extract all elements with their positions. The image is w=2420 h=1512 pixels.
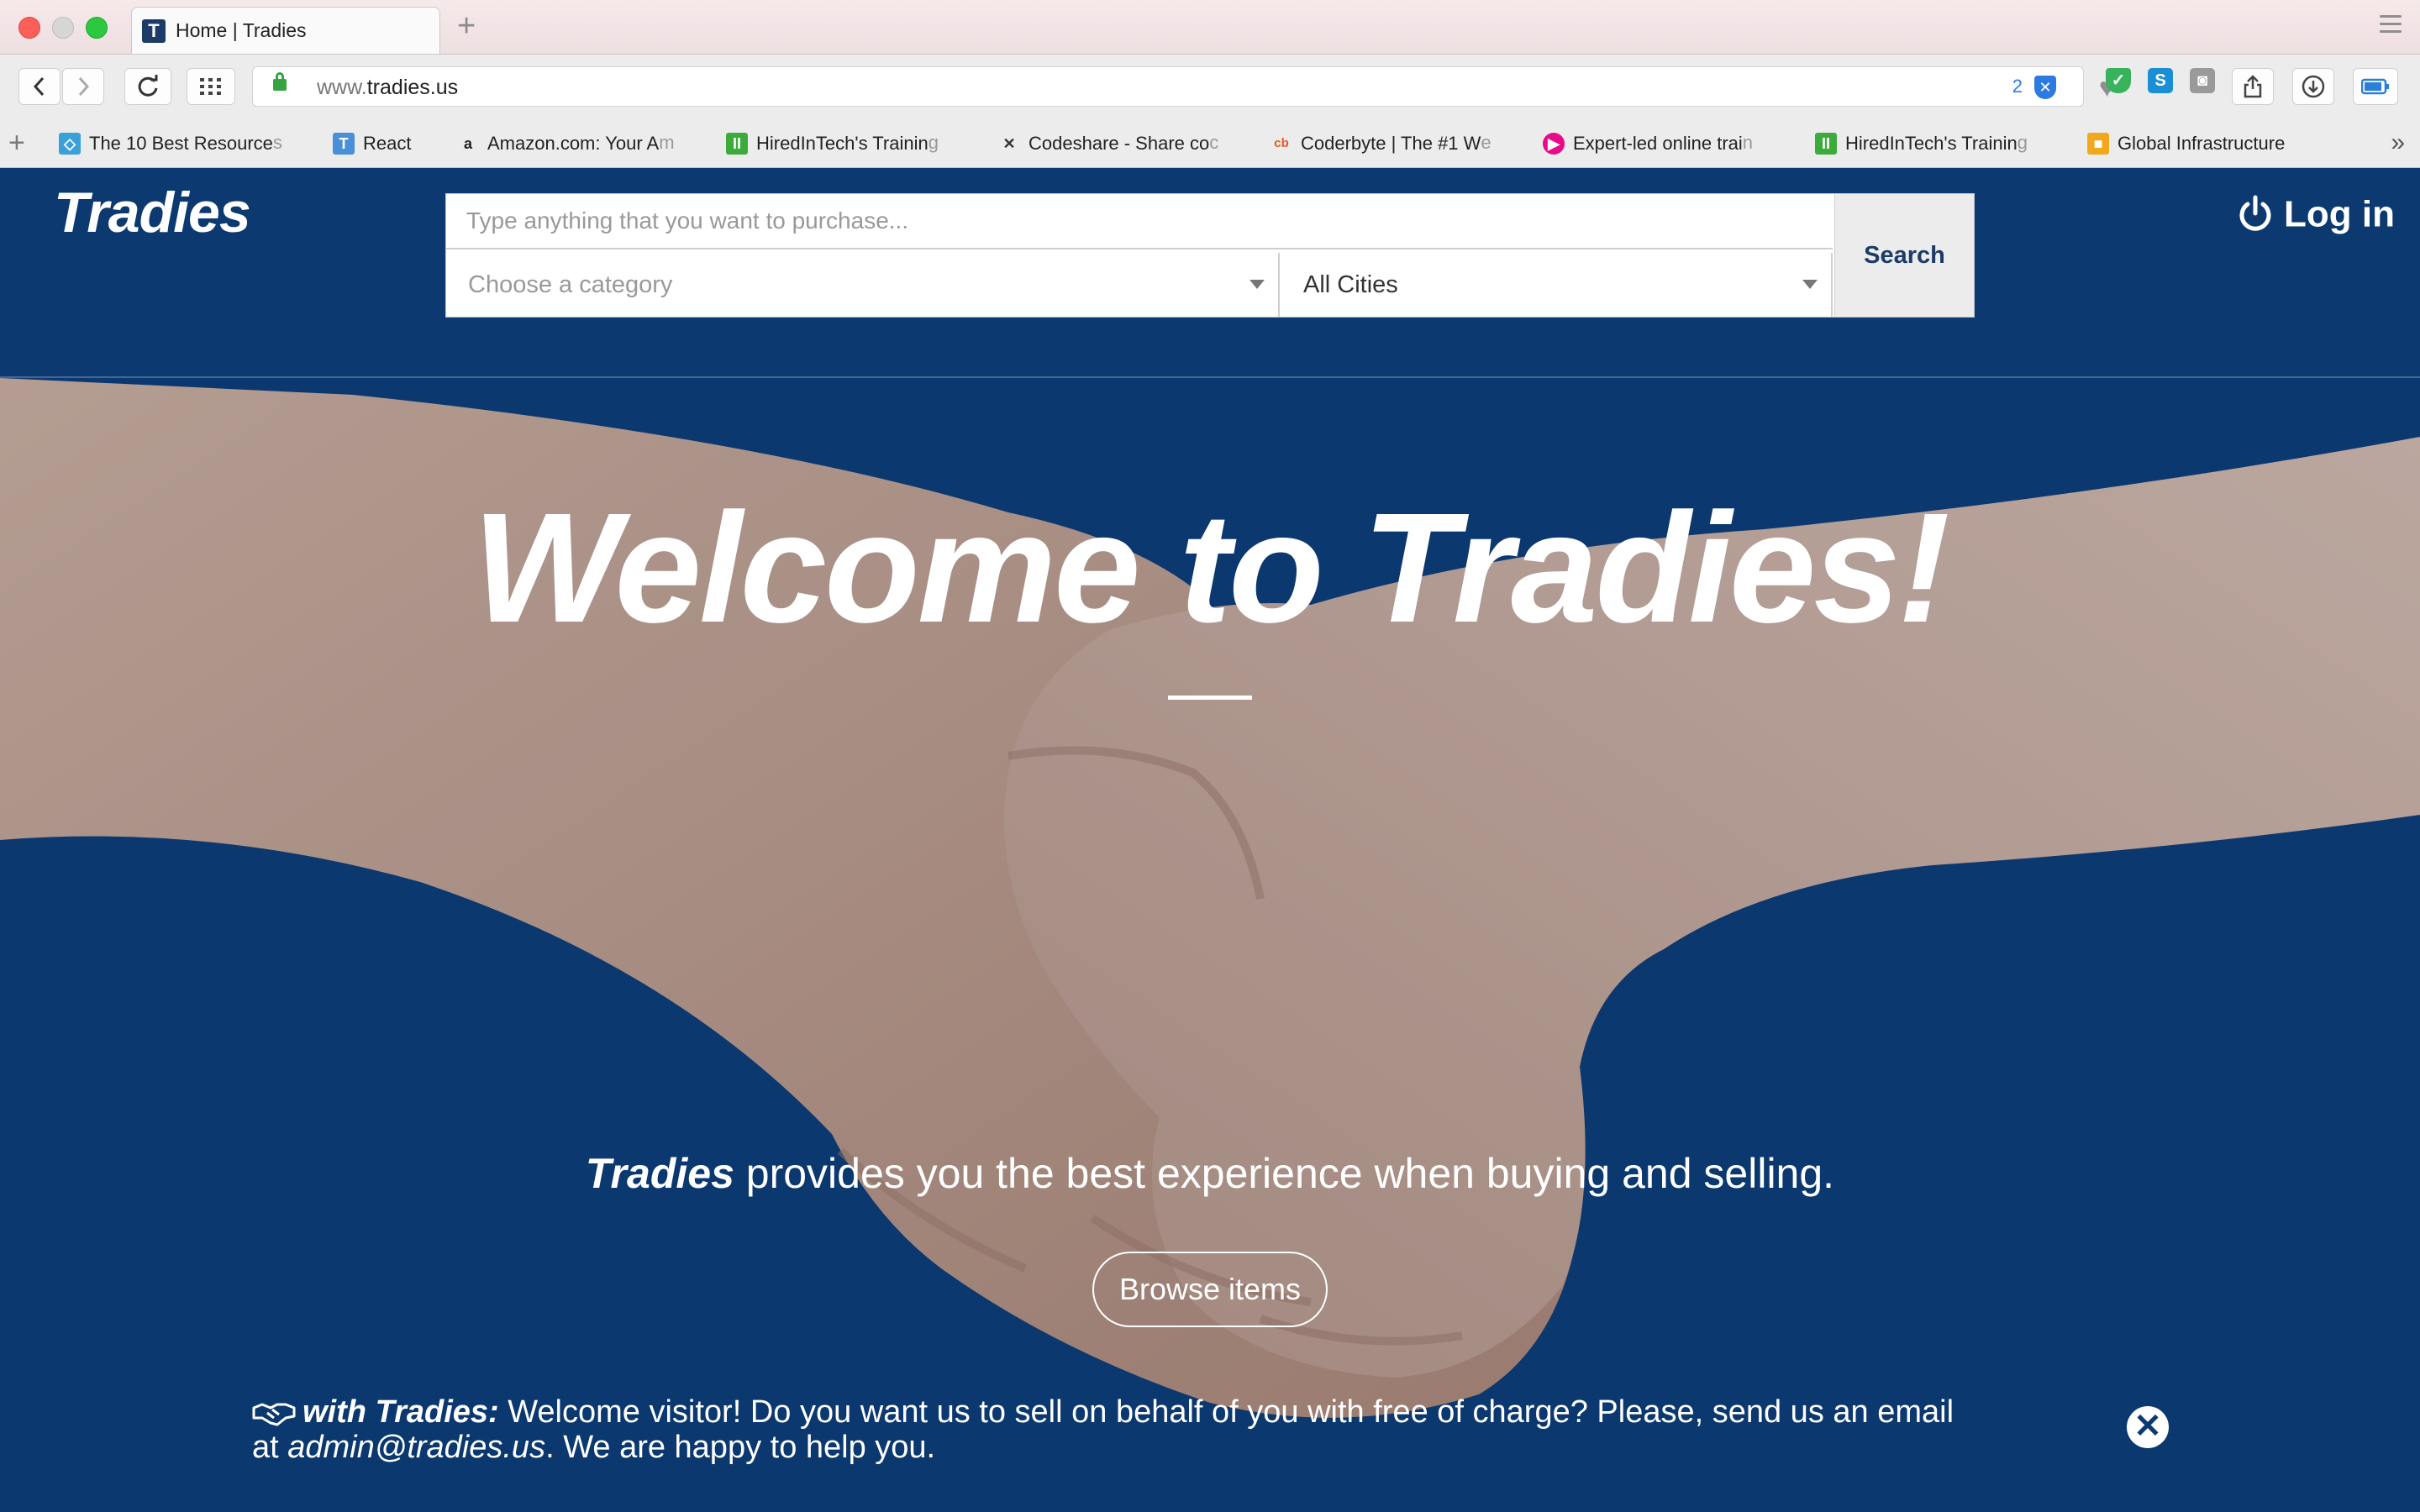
tradies-page: Tradies Choose a category All Cities Sea… bbox=[0, 168, 2420, 1512]
close-window-button[interactable] bbox=[18, 17, 40, 39]
camera-extension-icon[interactable]: ◙ bbox=[2190, 68, 2215, 93]
share-icon bbox=[2244, 75, 2262, 98]
hiredintech-icon: II bbox=[1815, 133, 1837, 155]
header-divider bbox=[0, 376, 2420, 378]
bookmark-item[interactable]: II HiredInTech's Training bbox=[726, 132, 970, 157]
search-button[interactable]: Search bbox=[1834, 194, 1974, 317]
reload-button[interactable] bbox=[124, 68, 171, 105]
bookmark-item[interactable]: cb Coderbyte | The #1 We bbox=[1270, 132, 1514, 157]
dropdown-arrow-icon bbox=[1249, 280, 1265, 289]
grid-icon bbox=[200, 78, 221, 95]
category-select-value: Choose a category bbox=[468, 271, 673, 298]
codeshare-icon: ✕ bbox=[1002, 135, 1016, 153]
green-shield-extension-icon[interactable]: ✓ bbox=[2106, 68, 2131, 93]
hiredintech-icon: II bbox=[726, 133, 748, 155]
shield-extension-icon[interactable]: ✕ bbox=[2034, 76, 2056, 99]
battery-icon bbox=[2360, 78, 2389, 95]
apps-grid-button[interactable] bbox=[187, 68, 235, 105]
search-input[interactable] bbox=[446, 194, 1833, 249]
download-icon bbox=[2302, 75, 2325, 98]
hero-title: Welcome to Tradies! bbox=[472, 481, 1949, 655]
bookmark-item[interactable]: II HiredInTech's Training bbox=[1815, 132, 2059, 157]
power-icon bbox=[2239, 195, 2271, 232]
add-bookmark-plus-icon[interactable]: + bbox=[8, 127, 25, 160]
new-tab-plus-icon[interactable]: + bbox=[457, 8, 476, 45]
hero-divider bbox=[1168, 696, 1252, 700]
browse-items-button[interactable]: Browse items bbox=[1092, 1252, 1328, 1327]
more-bookmarks-chevron-icon[interactable]: » bbox=[2391, 129, 2405, 157]
battery-extension-button[interactable] bbox=[2353, 68, 2398, 105]
lock-icon bbox=[273, 72, 287, 91]
bookmark-item[interactable]: ✕ Codeshare - Share coc bbox=[998, 132, 1242, 157]
login-label: Log in bbox=[2284, 193, 2395, 235]
tagline-brand: Tradies bbox=[585, 1150, 734, 1197]
tradies-logo[interactable]: Tradies bbox=[54, 180, 251, 245]
back-button[interactable] bbox=[18, 68, 60, 105]
tradies-favicon-icon: T bbox=[142, 19, 166, 43]
category-select[interactable]: Choose a category bbox=[446, 253, 1280, 317]
forward-button[interactable] bbox=[62, 68, 104, 105]
extension-badge-count: 2 bbox=[2012, 76, 2023, 97]
bookmark-item[interactable]: ■ Global Infrastructure bbox=[2087, 132, 2331, 157]
bookmarks-bar: + ◇ The 10 Best Resources T React a Amazon.… bbox=[0, 120, 2420, 168]
bookmark-item[interactable]: ▶ Expert-led online train bbox=[1543, 132, 1786, 157]
tab-overview-icon[interactable] bbox=[2380, 15, 2402, 35]
notice-lead: with Tradies: bbox=[302, 1394, 499, 1430]
amazon-icon: a bbox=[463, 135, 472, 153]
reload-icon bbox=[138, 75, 158, 97]
bookmark-item[interactable]: T React bbox=[333, 132, 442, 157]
visitor-notice: with Tradies: Welcome visitor! Do you wa… bbox=[252, 1394, 1966, 1465]
hero-tagline: Tradies provides you the best experience… bbox=[0, 1149, 2420, 1198]
minimize-window-button[interactable] bbox=[52, 17, 74, 39]
chevron-left-icon bbox=[33, 76, 45, 97]
browser-toolbar: www.tradies.us 2 ✕ ♥ ✓ S ◙ bbox=[0, 55, 2420, 120]
pluralsight-icon: ▶ bbox=[1543, 133, 1565, 155]
notice-email-link[interactable]: admin@tradies.us bbox=[287, 1430, 545, 1465]
tab-title: Home | Tradies bbox=[176, 19, 307, 41]
city-select-value: All Cities bbox=[1303, 271, 1398, 298]
dropdown-arrow-icon bbox=[1802, 280, 1818, 289]
search-panel: Choose a category All Cities Search bbox=[445, 193, 1975, 318]
browser-tab-active[interactable]: T Home | Tradies bbox=[131, 7, 440, 54]
url-text: www.tradies.us bbox=[317, 76, 459, 99]
bookmark-item[interactable]: ◇ The 10 Best Resources bbox=[59, 132, 302, 157]
browser-tab-bar: T Home | Tradies + bbox=[0, 0, 2420, 55]
zoom-window-button[interactable] bbox=[86, 17, 108, 39]
chevron-right-icon bbox=[78, 76, 90, 97]
cube-icon: ◇ bbox=[59, 133, 81, 155]
login-link[interactable]: Log in bbox=[2237, 192, 2395, 235]
coderbyte-icon: cb bbox=[1274, 136, 1289, 151]
city-select[interactable]: All Cities bbox=[1281, 253, 1833, 317]
downloads-button[interactable] bbox=[2292, 68, 2334, 105]
aws-box-icon: ■ bbox=[2087, 133, 2109, 155]
address-bar[interactable]: www.tradies.us 2 ✕ ♥ bbox=[252, 66, 2115, 107]
handshake-icon bbox=[252, 1403, 296, 1426]
share-button[interactable] bbox=[2232, 68, 2274, 105]
tagline-text: provides you the best experience when bu… bbox=[734, 1150, 1835, 1197]
skype-s-extension-icon[interactable]: S bbox=[2148, 68, 2173, 93]
notice-text-end: . We are happy to help you. bbox=[545, 1430, 936, 1465]
t-icon: T bbox=[333, 133, 355, 155]
bookmark-item[interactable]: a Amazon.com: Your Am bbox=[457, 132, 692, 157]
close-notice-icon[interactable]: ✕ bbox=[2127, 1406, 2169, 1448]
